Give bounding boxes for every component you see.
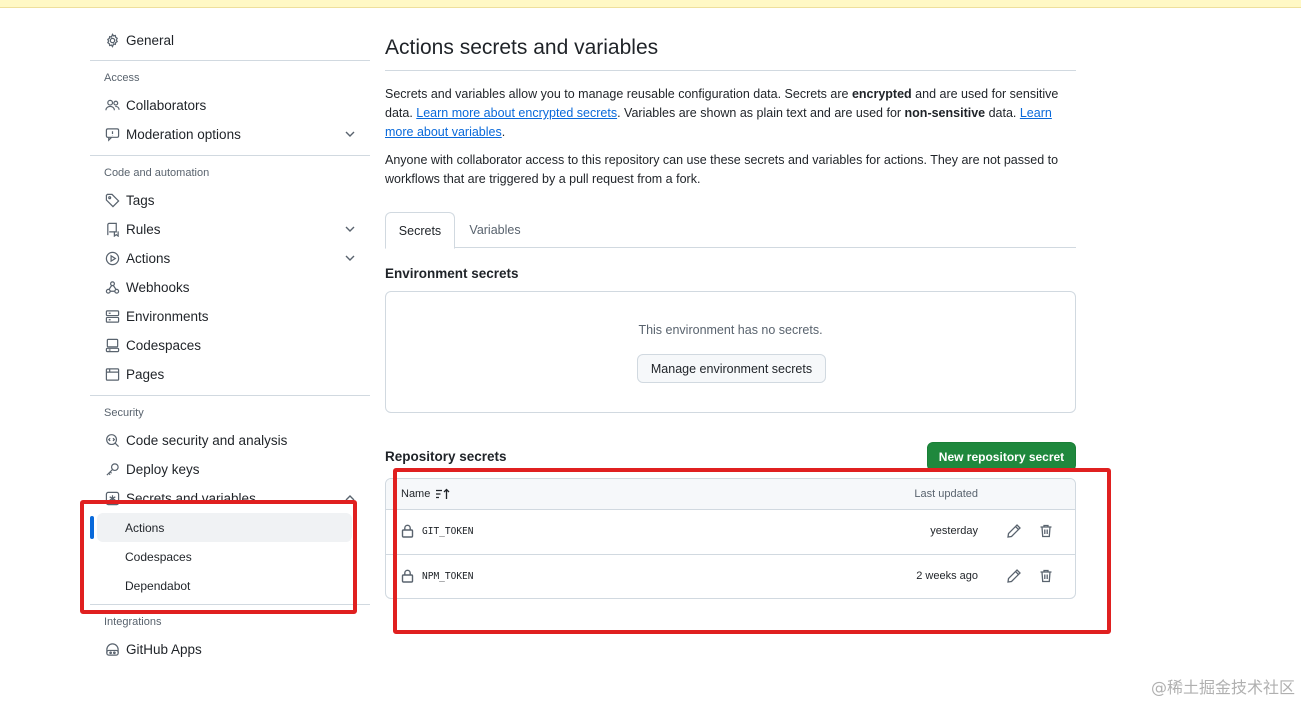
repository-secrets-title: Repository secrets xyxy=(385,449,507,464)
codespaces-icon xyxy=(104,338,120,354)
intro-text: data. xyxy=(985,106,1020,120)
environment-secrets-title: Environment secrets xyxy=(385,266,519,281)
sidebar-heading-security: Security xyxy=(104,407,144,419)
sidebar-item-label: Deploy keys xyxy=(126,462,200,477)
secret-name: NPM_TOKEN xyxy=(422,571,474,582)
sidebar-item-collaborators[interactable]: Collaborators xyxy=(90,91,370,120)
repository-secrets-table: Name Last updated GIT_TOKEN yesterday NP… xyxy=(385,478,1076,599)
key-icon xyxy=(104,462,120,478)
environment-secrets-box: This environment has no secrets. Manage … xyxy=(385,291,1076,413)
pencil-icon[interactable] xyxy=(1006,568,1022,584)
sidebar-item-secrets-variables[interactable]: Secrets and variables xyxy=(90,484,370,513)
sort-asc-icon xyxy=(436,488,450,499)
trash-icon[interactable] xyxy=(1038,568,1054,584)
table-row: GIT_TOKEN yesterday xyxy=(386,510,1075,555)
pencil-icon[interactable] xyxy=(1006,523,1022,539)
sidebar-item-general[interactable]: General xyxy=(90,26,370,55)
comment-report-icon xyxy=(104,127,120,143)
tab-bar: Secrets Variables xyxy=(385,212,1076,249)
chevron-down-icon[interactable] xyxy=(344,128,356,140)
sidebar-heading-access: Access xyxy=(104,72,140,84)
sidebar-heading-code-automation: Code and automation xyxy=(104,167,210,179)
intro-paragraph: Secrets and variables allow you to manag… xyxy=(385,85,1076,142)
sidebar-item-code-security[interactable]: Code security and analysis xyxy=(90,426,370,455)
table-header: Name Last updated xyxy=(386,479,1075,510)
webhook-icon xyxy=(104,280,120,296)
tab-secrets[interactable]: Secrets xyxy=(385,212,455,249)
sidebar-item-codespaces[interactable]: Codespaces xyxy=(90,331,370,360)
intro-text: . xyxy=(501,125,506,139)
gear-icon xyxy=(104,33,120,49)
sidebar-item-tags[interactable]: Tags xyxy=(90,186,370,215)
chevron-down-icon[interactable] xyxy=(344,223,356,235)
settings-sidebar: General Access Collaborators Moderation … xyxy=(90,26,370,664)
column-label: Name xyxy=(401,488,431,500)
secret-updated: yesterday xyxy=(930,525,978,537)
sidebar-item-pages[interactable]: Pages xyxy=(90,360,370,389)
secret-name: GIT_TOKEN xyxy=(422,526,474,537)
sidebar-item-label: General xyxy=(126,33,175,48)
apps-icon xyxy=(104,642,120,658)
sidebar-item-label: Actions xyxy=(125,520,165,535)
sidebar-item-moderation[interactable]: Moderation options xyxy=(90,120,370,149)
browser-icon xyxy=(104,367,120,383)
last-updated-column-header: Last updated xyxy=(914,488,978,500)
sidebar-item-actions[interactable]: Actions xyxy=(90,244,370,273)
sidebar-item-label: Dependabot xyxy=(125,578,191,593)
table-row: NPM_TOKEN 2 weeks ago xyxy=(386,555,1075,598)
watermark: @稀土掘金技术社区 xyxy=(1150,678,1295,697)
trash-icon[interactable] xyxy=(1038,523,1054,539)
sidebar-item-label: Codespaces xyxy=(125,549,192,564)
top-banner xyxy=(0,0,1301,8)
sidebar-heading-integrations: Integrations xyxy=(104,616,162,628)
chevron-up-icon[interactable] xyxy=(344,492,356,504)
sidebar-item-label: Webhooks xyxy=(126,280,190,295)
intro-text: Secrets and variables allow you to manag… xyxy=(385,87,852,101)
sidebar-item-label: Codespaces xyxy=(126,338,202,353)
title-divider xyxy=(385,70,1076,71)
sidebar-item-deploy-keys[interactable]: Deploy keys xyxy=(90,455,370,484)
play-icon xyxy=(104,251,120,267)
sidebar-item-label: Pages xyxy=(126,367,165,382)
sidebar-item-environments[interactable]: Environments xyxy=(90,302,370,331)
sidebar-item-label: Secrets and variables xyxy=(126,491,256,506)
intro-text: . Variables are shown as plain text and … xyxy=(617,106,905,120)
sidebar-item-label: Rules xyxy=(126,222,161,237)
empty-state-text: This environment has no secrets. xyxy=(638,323,823,337)
lock-icon xyxy=(401,569,414,583)
people-icon xyxy=(104,98,120,114)
server-icon xyxy=(104,309,120,325)
sidebar-item-rules[interactable]: Rules xyxy=(90,215,370,244)
sidebar-item-label: Collaborators xyxy=(126,98,207,113)
tab-variables[interactable]: Variables xyxy=(457,212,533,248)
sidebar-item-label: Environments xyxy=(126,309,209,324)
learn-more-secrets-link[interactable]: Learn more about encrypted secrets xyxy=(416,106,617,120)
tag-icon xyxy=(104,193,120,209)
page-title: Actions secrets and variables xyxy=(385,36,659,59)
sidebar-item-label: Moderation options xyxy=(126,127,241,142)
sidebar-item-label: GitHub Apps xyxy=(126,642,202,657)
new-repository-secret-button[interactable]: New repository secret xyxy=(927,442,1076,471)
sidebar-item-label: Code security and analysis xyxy=(126,433,288,448)
intro-bold: non-sensitive xyxy=(904,106,986,120)
codescan-icon xyxy=(104,433,120,449)
intro-bold: encrypted xyxy=(851,87,912,101)
chevron-down-icon[interactable] xyxy=(344,252,356,264)
secret-updated: 2 weeks ago xyxy=(916,570,978,582)
sidebar-subitem-codespaces[interactable]: Codespaces xyxy=(90,542,370,571)
lock-icon xyxy=(401,524,414,538)
manage-environment-secrets-button[interactable]: Manage environment secrets xyxy=(637,354,826,383)
sidebar-item-label: Actions xyxy=(126,251,171,266)
sidebar-subitem-actions[interactable]: Actions xyxy=(90,513,352,542)
access-note: Anyone with collaborator access to this … xyxy=(385,153,1059,186)
sidebar-subitem-dependabot[interactable]: Dependabot xyxy=(90,571,370,600)
asterisk-icon xyxy=(104,491,120,507)
repo-push-icon xyxy=(104,222,120,238)
sidebar-item-github-apps[interactable]: GitHub Apps xyxy=(90,635,370,664)
sidebar-item-webhooks[interactable]: Webhooks xyxy=(90,273,370,302)
name-column-header[interactable]: Name xyxy=(401,488,450,500)
sidebar-item-label: Tags xyxy=(126,193,155,208)
